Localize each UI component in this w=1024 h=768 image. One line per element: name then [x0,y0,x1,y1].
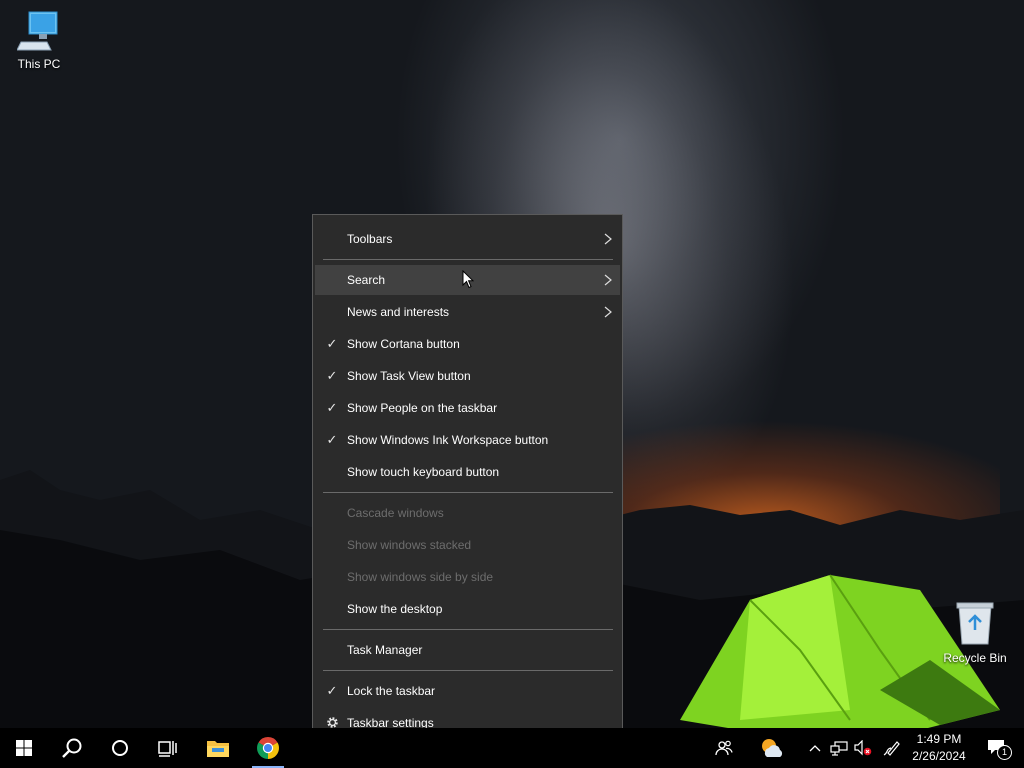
menu-item-label: Show Task View button [347,369,471,383]
notification-count-badge: 1 [997,745,1012,760]
file-explorer-icon [207,741,229,757]
chrome-icon [257,737,279,759]
task-view-button[interactable] [144,728,192,768]
file-explorer-button[interactable] [194,728,242,768]
menu-item-label: Lock the taskbar [347,684,436,698]
menu-item-show-touch-keyboard[interactable]: Show touch keyboard button [315,457,620,487]
people-button[interactable] [710,728,738,768]
recycle-bin-icon [953,602,997,649]
menu-item-label: Show touch keyboard button [347,465,500,479]
action-center-button[interactable]: 1 [978,728,1018,768]
checkmark-icon: ✓ [326,336,338,351]
desktop-icon-this-pc[interactable]: This PC [4,8,74,71]
chevron-right-icon [604,306,612,318]
clock-date: 2/26/2024 [912,749,966,763]
menu-separator [323,259,613,260]
taskbar: 1:49 PM 2/26/2024 1 [0,728,1024,768]
weather-button[interactable] [756,728,788,768]
checkmark-icon: ✓ [326,683,338,698]
menu-item-label: News and interests [347,305,450,319]
menu-item-show-windows-ink-workspace[interactable]: ✓ Show Windows Ink Workspace button [315,425,620,455]
menu-item-label: Show windows stacked [347,538,472,552]
clock[interactable]: 1:49 PM 2/26/2024 [906,728,972,768]
chrome-button[interactable] [244,728,292,768]
start-icon [16,740,32,756]
menu-item-show-task-view-button[interactable]: ✓ Show Task View button [315,361,620,391]
menu-item-show-windows-side-by-side: Show windows side by side [315,562,620,592]
chevron-right-icon [604,233,612,245]
menu-item-label: Show Windows Ink Workspace button [347,433,549,447]
search-icon [62,738,82,758]
menu-item-label: Show the desktop [347,602,443,616]
weather-icon [762,739,783,757]
menu-item-news-and-interests[interactable]: News and interests [315,297,620,327]
desktop-icon-label: Recycle Bin [943,651,1007,665]
ink-workspace-icon [883,741,900,756]
this-pc-icon [16,11,61,55]
show-hidden-icons-button[interactable] [806,728,824,768]
windows-ink-button[interactable] [880,728,902,768]
cortana-button[interactable] [96,728,144,768]
checkmark-icon: ✓ [326,368,338,383]
desktop-icon-recycle-bin[interactable]: Recycle Bin [940,600,1010,665]
menu-item-show-windows-stacked: Show windows stacked [315,530,620,560]
volume-muted-icon [854,740,872,756]
menu-item-label: Show windows side by side [347,570,494,584]
chevron-up-icon [809,745,821,752]
menu-item-label: Show People on the taskbar [347,401,498,415]
checkmark-icon: ✓ [326,400,338,415]
menu-item-toolbars[interactable]: Toolbars [315,224,620,254]
task-view-icon [158,741,177,757]
clock-time: 1:49 PM [916,732,962,746]
menu-item-lock-the-taskbar[interactable]: ✓ Lock the taskbar [315,676,620,706]
start-button[interactable] [0,728,48,768]
menu-item-label: Show Cortana button [347,337,460,351]
menu-item-task-manager[interactable]: Task Manager [315,635,620,665]
mouse-cursor-icon [462,270,474,289]
menu-item-label: Cascade windows [347,506,444,520]
taskbar-context-menu: Toolbars Search News and interests ✓ Sho… [312,214,623,747]
network-icon [830,741,848,756]
menu-separator [323,670,613,671]
menu-item-cascade-windows: Cascade windows [315,498,620,528]
cortana-icon [112,740,128,756]
menu-separator [323,629,613,630]
desktop-icon-label: This PC [17,57,61,71]
search-button[interactable] [48,728,96,768]
volume-button[interactable] [852,728,874,768]
menu-item-show-people[interactable]: ✓ Show People on the taskbar [315,393,620,423]
checkmark-icon: ✓ [326,432,338,447]
menu-item-label: Search [347,273,386,287]
chevron-right-icon [604,274,612,286]
menu-item-label: Toolbars [347,232,393,246]
people-icon [715,740,733,756]
network-button[interactable] [828,728,850,768]
menu-item-label: Task Manager [347,643,423,657]
menu-item-show-the-desktop[interactable]: Show the desktop [315,594,620,624]
menu-item-show-cortana-button[interactable]: ✓ Show Cortana button [315,329,620,359]
menu-separator [323,492,613,493]
notifications-icon: 1 [987,738,1012,760]
